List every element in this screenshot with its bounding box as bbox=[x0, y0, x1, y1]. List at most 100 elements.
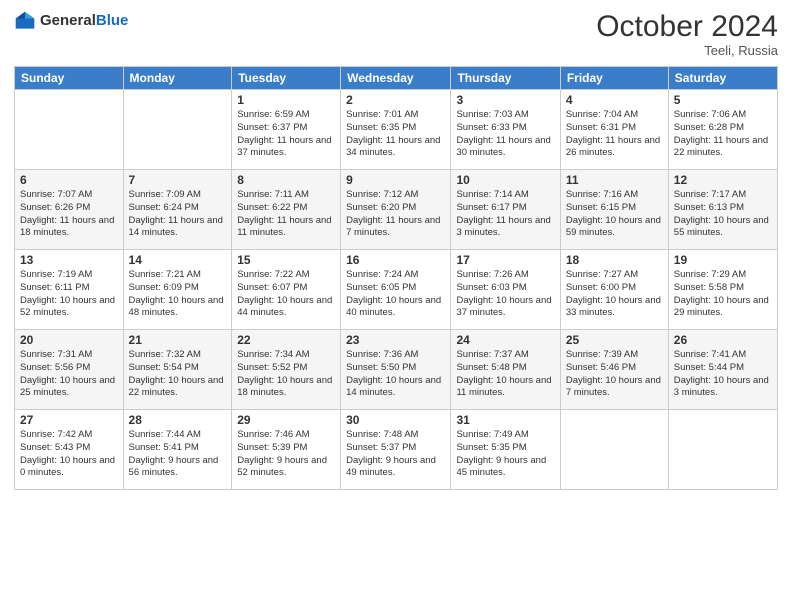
day-info: Sunrise: 7:03 AM Sunset: 6:33 PM Dayligh… bbox=[456, 109, 554, 160]
month-title: October 2024 bbox=[596, 10, 778, 43]
calendar-cell: 2 Sunrise: 7:01 AM Sunset: 6:35 PM Daylig… bbox=[341, 90, 451, 170]
day-number: 19 bbox=[674, 253, 772, 267]
day-info: Sunrise: 7:36 AM Sunset: 5:50 PM Dayligh… bbox=[346, 349, 445, 400]
day-info: Sunrise: 7:24 AM Sunset: 6:05 PM Dayligh… bbox=[346, 269, 445, 320]
calendar-cell: 10 Sunrise: 7:14 AM Sunset: 6:17 PM Dayli… bbox=[451, 170, 560, 250]
day-number: 9 bbox=[346, 173, 445, 187]
day-number: 10 bbox=[456, 173, 554, 187]
day-info: Sunrise: 7:01 AM Sunset: 6:35 PM Dayligh… bbox=[346, 109, 445, 160]
calendar-cell: 13Sunrise: 7:19 AM Sunset: 6:11 PM Dayli… bbox=[15, 250, 124, 330]
calendar-cell: 7 Sunrise: 7:09 AM Sunset: 6:24 PM Daylig… bbox=[123, 170, 232, 250]
calendar-cell: 30 Sunrise: 7:48 AM Sunset: 5:37 PM Dayli… bbox=[341, 410, 451, 490]
day-number: 3 bbox=[456, 93, 554, 107]
day-number: 7 bbox=[129, 173, 227, 187]
day-info: Sunrise: 7:41 AM Sunset: 5:44 PM Dayligh… bbox=[674, 349, 772, 400]
day-number: 14 bbox=[129, 253, 227, 267]
calendar-cell: 25Sunrise: 7:39 AM Sunset: 5:46 PM Dayli… bbox=[560, 330, 668, 410]
calendar-cell: 29 Sunrise: 7:46 AM Sunset: 5:39 PM Dayli… bbox=[232, 410, 341, 490]
title-area: October 2024 Teeli, Russia bbox=[596, 10, 778, 58]
day-info: Sunrise: 6:59 AM Sunset: 6:37 PM Dayligh… bbox=[237, 109, 335, 160]
day-info: Sunrise: 7:27 AM Sunset: 6:00 PM Dayligh… bbox=[566, 269, 663, 320]
calendar-header-row: SundayMondayTuesdayWednesdayThursdayFrid… bbox=[15, 67, 778, 90]
day-number: 22 bbox=[237, 333, 335, 347]
day-info: Sunrise: 7:34 AM Sunset: 5:52 PM Dayligh… bbox=[237, 349, 335, 400]
calendar-week-2: 6 Sunrise: 7:07 AM Sunset: 6:26 PM Daylig… bbox=[15, 170, 778, 250]
calendar-week-3: 13Sunrise: 7:19 AM Sunset: 6:11 PM Dayli… bbox=[15, 250, 778, 330]
calendar-cell: 3 Sunrise: 7:03 AM Sunset: 6:33 PM Daylig… bbox=[451, 90, 560, 170]
day-number: 6 bbox=[20, 173, 118, 187]
day-number: 4 bbox=[566, 93, 663, 107]
calendar-week-1: 1 Sunrise: 6:59 AM Sunset: 6:37 PM Daylig… bbox=[15, 90, 778, 170]
day-number: 28 bbox=[129, 413, 227, 427]
calendar-table: SundayMondayTuesdayWednesdayThursdayFrid… bbox=[14, 66, 778, 490]
day-info: Sunrise: 7:21 AM Sunset: 6:09 PM Dayligh… bbox=[129, 269, 227, 320]
day-number: 31 bbox=[456, 413, 554, 427]
day-number: 17 bbox=[456, 253, 554, 267]
day-number: 12 bbox=[674, 173, 772, 187]
day-info: Sunrise: 7:11 AM Sunset: 6:22 PM Dayligh… bbox=[237, 189, 335, 240]
day-number: 5 bbox=[674, 93, 772, 107]
day-info: Sunrise: 7:49 AM Sunset: 5:35 PM Dayligh… bbox=[456, 429, 554, 480]
day-info: Sunrise: 7:42 AM Sunset: 5:43 PM Dayligh… bbox=[20, 429, 118, 480]
calendar-cell bbox=[123, 90, 232, 170]
calendar-week-5: 27 Sunrise: 7:42 AM Sunset: 5:43 PM Dayli… bbox=[15, 410, 778, 490]
day-info: Sunrise: 7:48 AM Sunset: 5:37 PM Dayligh… bbox=[346, 429, 445, 480]
day-number: 30 bbox=[346, 413, 445, 427]
day-header-wednesday: Wednesday bbox=[341, 67, 451, 90]
day-number: 25 bbox=[566, 333, 663, 347]
day-number: 26 bbox=[674, 333, 772, 347]
day-header-saturday: Saturday bbox=[668, 67, 777, 90]
location: Teeli, Russia bbox=[596, 43, 778, 58]
calendar-cell: 31 Sunrise: 7:49 AM Sunset: 5:35 PM Dayli… bbox=[451, 410, 560, 490]
day-number: 21 bbox=[129, 333, 227, 347]
calendar-cell: 11Sunrise: 7:16 AM Sunset: 6:15 PM Dayli… bbox=[560, 170, 668, 250]
day-info: Sunrise: 7:14 AM Sunset: 6:17 PM Dayligh… bbox=[456, 189, 554, 240]
day-info: Sunrise: 7:46 AM Sunset: 5:39 PM Dayligh… bbox=[237, 429, 335, 480]
logo: GeneralBlue bbox=[14, 10, 128, 32]
calendar-cell: 17 Sunrise: 7:26 AM Sunset: 6:03 PM Dayli… bbox=[451, 250, 560, 330]
calendar-cell: 1 Sunrise: 6:59 AM Sunset: 6:37 PM Daylig… bbox=[232, 90, 341, 170]
calendar-cell: 16Sunrise: 7:24 AM Sunset: 6:05 PM Dayli… bbox=[341, 250, 451, 330]
day-number: 8 bbox=[237, 173, 335, 187]
day-info: Sunrise: 7:22 AM Sunset: 6:07 PM Dayligh… bbox=[237, 269, 335, 320]
day-number: 27 bbox=[20, 413, 118, 427]
day-info: Sunrise: 7:44 AM Sunset: 5:41 PM Dayligh… bbox=[129, 429, 227, 480]
calendar-cell: 21 Sunrise: 7:32 AM Sunset: 5:54 PM Dayli… bbox=[123, 330, 232, 410]
day-info: Sunrise: 7:19 AM Sunset: 6:11 PM Dayligh… bbox=[20, 269, 118, 320]
page-header: GeneralBlue October 2024 Teeli, Russia bbox=[14, 10, 778, 58]
day-number: 20 bbox=[20, 333, 118, 347]
calendar-cell: 9Sunrise: 7:12 AM Sunset: 6:20 PM Daylig… bbox=[341, 170, 451, 250]
day-info: Sunrise: 7:29 AM Sunset: 5:58 PM Dayligh… bbox=[674, 269, 772, 320]
calendar-cell: 4 Sunrise: 7:04 AM Sunset: 6:31 PM Daylig… bbox=[560, 90, 668, 170]
calendar-cell: 8 Sunrise: 7:11 AM Sunset: 6:22 PM Daylig… bbox=[232, 170, 341, 250]
day-info: Sunrise: 7:16 AM Sunset: 6:15 PM Dayligh… bbox=[566, 189, 663, 240]
day-header-thursday: Thursday bbox=[451, 67, 560, 90]
calendar-cell: 22 Sunrise: 7:34 AM Sunset: 5:52 PM Dayli… bbox=[232, 330, 341, 410]
calendar-cell: 26 Sunrise: 7:41 AM Sunset: 5:44 PM Dayli… bbox=[668, 330, 777, 410]
day-info: Sunrise: 7:37 AM Sunset: 5:48 PM Dayligh… bbox=[456, 349, 554, 400]
day-info: Sunrise: 7:32 AM Sunset: 5:54 PM Dayligh… bbox=[129, 349, 227, 400]
calendar-cell bbox=[15, 90, 124, 170]
day-number: 15 bbox=[237, 253, 335, 267]
day-info: Sunrise: 7:07 AM Sunset: 6:26 PM Dayligh… bbox=[20, 189, 118, 240]
day-number: 2 bbox=[346, 93, 445, 107]
day-info: Sunrise: 7:09 AM Sunset: 6:24 PM Dayligh… bbox=[129, 189, 227, 240]
day-header-friday: Friday bbox=[560, 67, 668, 90]
day-info: Sunrise: 7:04 AM Sunset: 6:31 PM Dayligh… bbox=[566, 109, 663, 160]
day-info: Sunrise: 7:26 AM Sunset: 6:03 PM Dayligh… bbox=[456, 269, 554, 320]
day-number: 23 bbox=[346, 333, 445, 347]
calendar-cell: 28 Sunrise: 7:44 AM Sunset: 5:41 PM Dayli… bbox=[123, 410, 232, 490]
logo-general: GeneralBlue bbox=[40, 13, 128, 30]
calendar-cell: 6 Sunrise: 7:07 AM Sunset: 6:26 PM Daylig… bbox=[15, 170, 124, 250]
day-info: Sunrise: 7:17 AM Sunset: 6:13 PM Dayligh… bbox=[674, 189, 772, 240]
calendar-cell: 24 Sunrise: 7:37 AM Sunset: 5:48 PM Dayli… bbox=[451, 330, 560, 410]
calendar-cell: 19 Sunrise: 7:29 AM Sunset: 5:58 PM Dayli… bbox=[668, 250, 777, 330]
day-info: Sunrise: 7:06 AM Sunset: 6:28 PM Dayligh… bbox=[674, 109, 772, 160]
calendar-cell: 5 Sunrise: 7:06 AM Sunset: 6:28 PM Daylig… bbox=[668, 90, 777, 170]
calendar-cell: 23 Sunrise: 7:36 AM Sunset: 5:50 PM Dayli… bbox=[341, 330, 451, 410]
calendar-cell: 20Sunrise: 7:31 AM Sunset: 5:56 PM Dayli… bbox=[15, 330, 124, 410]
day-number: 29 bbox=[237, 413, 335, 427]
day-number: 1 bbox=[237, 93, 335, 107]
calendar-cell: 27 Sunrise: 7:42 AM Sunset: 5:43 PM Dayli… bbox=[15, 410, 124, 490]
day-number: 24 bbox=[456, 333, 554, 347]
